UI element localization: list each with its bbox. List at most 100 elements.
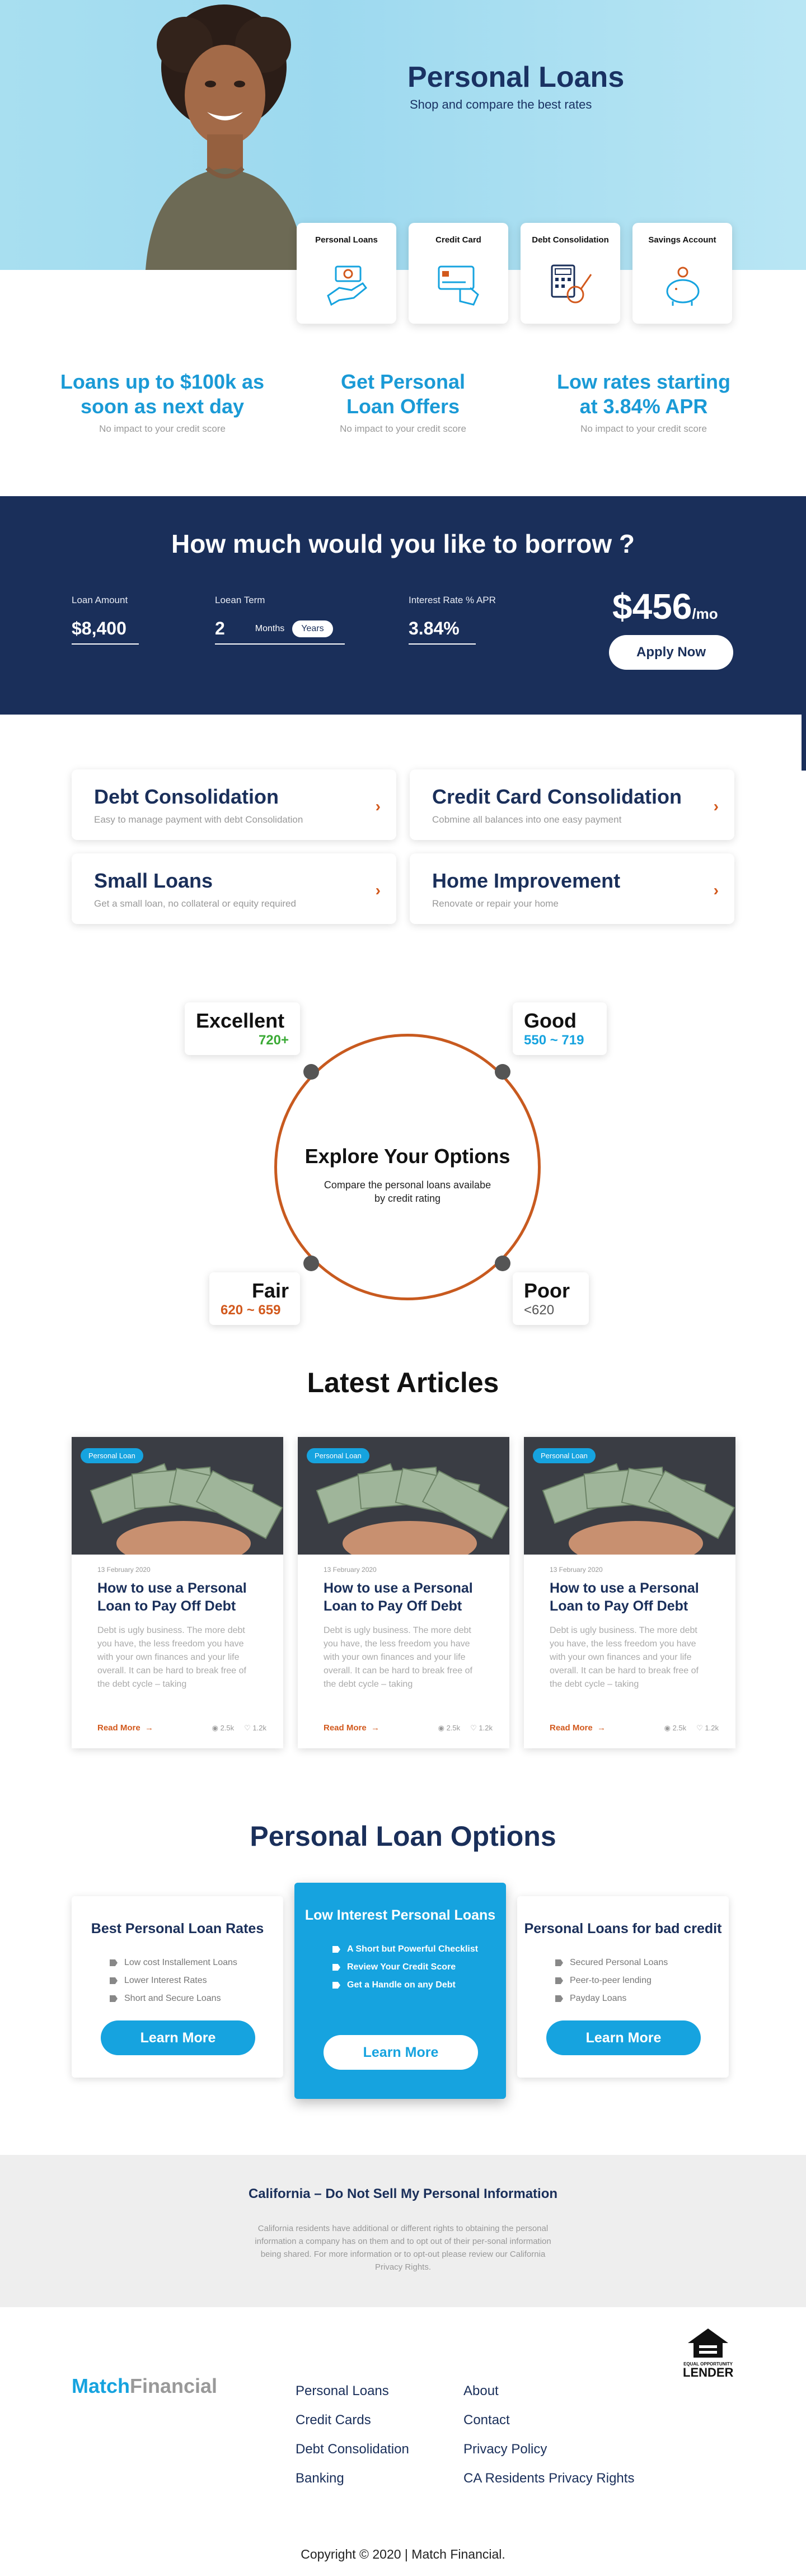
- learn-more-button[interactable]: Learn More: [101, 2020, 255, 2055]
- views-value: 2.5k: [446, 1723, 461, 1732]
- read-more-label: Read More: [324, 1723, 367, 1733]
- apply-now-button[interactable]: Apply Now: [609, 635, 733, 670]
- tag-bullet-icon: [110, 1959, 118, 1966]
- footer-link[interactable]: Privacy Policy: [463, 2435, 634, 2464]
- loan-type-debt-consolidation[interactable]: Debt Consolidation Easy to manage paymen…: [72, 769, 396, 840]
- loan-amount-label: Loan Amount: [72, 595, 128, 605]
- category-card-debt-consolidation[interactable]: Debt Consolidation: [521, 223, 620, 324]
- california-title[interactable]: California – Do Not Sell My Personal Inf…: [0, 2186, 806, 2202]
- option-title: Best Personal Loan Rates: [91, 1921, 264, 1936]
- learn-more-button[interactable]: Learn More: [324, 2035, 478, 2070]
- article-title[interactable]: How to use a Personal Loan to Pay Off De…: [97, 1579, 257, 1615]
- option-bullet-text: Low cost Installement Loans: [124, 1958, 237, 1967]
- read-more-label: Read More: [550, 1723, 593, 1733]
- loan-type-small-loans[interactable]: Small Loans Get a small loan, no collate…: [72, 853, 396, 924]
- likes-count[interactable]: ♡ 1.2k: [244, 1724, 266, 1733]
- read-more-label: Read More: [97, 1723, 140, 1733]
- article-card[interactable]: Personal Loan 13 February 2020 How to us…: [72, 1437, 283, 1748]
- views-value: 2.5k: [220, 1723, 235, 1732]
- hand-money-icon: [327, 265, 368, 306]
- option-title: Personal Loans for bad credit: [524, 1921, 722, 1936]
- house-icon: [688, 2328, 728, 2358]
- rating-card-excellent[interactable]: Excellent 720+: [185, 1002, 300, 1055]
- footer-link[interactable]: Banking: [296, 2464, 409, 2493]
- read-more-link[interactable]: Read More →: [550, 1723, 606, 1733]
- footer-link[interactable]: CA Residents Privacy Rights: [463, 2464, 634, 2493]
- arrow-right-icon: →: [368, 1723, 380, 1733]
- option-card-low-interest: Low Interest Personal Loans A Short but …: [294, 1883, 506, 2099]
- article-body: 13 February 2020 How to use a Personal L…: [524, 1555, 735, 1702]
- loan-term-label: Loean Term: [215, 595, 265, 605]
- learn-more-button[interactable]: Learn More: [546, 2020, 701, 2055]
- piggy-bank-icon: [666, 267, 700, 306]
- category-card-credit-card[interactable]: Credit Card: [409, 223, 508, 324]
- feature-title: Loans up to $100k as soon as next day: [60, 370, 265, 418]
- chevron-right-icon: ›: [375, 797, 381, 815]
- term-unit-years-toggle[interactable]: Years: [292, 620, 333, 637]
- loan-term-input[interactable]: 2 Months Years: [215, 618, 345, 645]
- loan-amount-input[interactable]: $8,400: [72, 618, 139, 645]
- rating-marker-dot: [495, 1256, 510, 1271]
- monthly-payment: $456/mo: [612, 586, 718, 627]
- footer-link[interactable]: About: [463, 2377, 634, 2406]
- footer-link[interactable]: Credit Cards: [296, 2406, 409, 2435]
- loan-type-home-improvement[interactable]: Home Improvement Renovate or repair your…: [410, 853, 734, 924]
- article-tag[interactable]: Personal Loan: [533, 1448, 596, 1463]
- page-title: Personal Loans: [407, 61, 625, 94]
- read-more-link[interactable]: Read More →: [324, 1723, 379, 1733]
- category-card-savings-account[interactable]: Savings Account: [632, 223, 732, 324]
- option-bullet-text: Peer-to-peer lending: [570, 1976, 652, 1985]
- footer-link[interactable]: Contact: [463, 2406, 634, 2435]
- feature-item: Get Personal Loan Offers No impact to yo…: [291, 370, 515, 435]
- rating-name: Fair: [251, 1279, 289, 1302]
- credit-card-hand-icon: [438, 265, 479, 306]
- option-card-best-rates: Best Personal Loan Rates Low cost Instal…: [72, 1896, 283, 2078]
- category-label: Credit Card: [435, 235, 481, 245]
- california-privacy-section: California – Do Not Sell My Personal Inf…: [0, 2155, 806, 2307]
- option-bullet-text: A Short but Powerful Checklist: [347, 1944, 479, 1954]
- rating-card-poor[interactable]: Poor <620: [513, 1272, 589, 1325]
- loan-type-credit-card-consolidation[interactable]: Credit Card Consolidation Cobmine all ba…: [410, 769, 734, 840]
- monthly-payment-value: $456: [612, 586, 692, 627]
- article-card[interactable]: Personal Loan 13 February 2020 How to us…: [298, 1437, 509, 1748]
- rating-card-good[interactable]: Good 550 ~ 719: [513, 1002, 607, 1055]
- arrow-right-icon: →: [142, 1723, 154, 1733]
- rating-name: Good: [524, 1009, 577, 1032]
- loan-options-list: Best Personal Loan Rates Low cost Instal…: [72, 1883, 729, 2112]
- article-excerpt: Debt is ugly business. The more debt you…: [324, 1626, 472, 1689]
- monthly-payment-unit: /mo: [692, 605, 718, 622]
- footer-logo[interactable]: MatchFinancial: [72, 2374, 217, 2398]
- loan-type-desc: Easy to manage payment with debt Consoli…: [94, 814, 303, 825]
- loan-amount-field: Loan Amount $8,400: [72, 595, 139, 645]
- option-bullet-text: Review Your Credit Score: [347, 1962, 456, 1972]
- rating-marker-dot: [303, 1256, 319, 1271]
- article-title[interactable]: How to use a Personal Loan to Pay Off De…: [550, 1579, 710, 1615]
- category-card-personal-loans[interactable]: Personal Loans: [297, 223, 396, 324]
- footer-link[interactable]: Personal Loans: [296, 2377, 409, 2406]
- likes-count[interactable]: ♡ 1.2k: [470, 1724, 493, 1733]
- option-bullet: Payday Loans: [555, 1990, 729, 2008]
- article-tag[interactable]: Personal Loan: [307, 1448, 369, 1463]
- loan-types-grid: Debt Consolidation Easy to manage paymen…: [72, 769, 734, 924]
- article-title[interactable]: How to use a Personal Loan to Pay Off De…: [324, 1579, 484, 1615]
- california-text: California residents have additional or …: [255, 2224, 551, 2272]
- likes-value: 1.2k: [252, 1723, 266, 1732]
- logo-financial: Financial: [130, 2374, 218, 2397]
- views-value: 2.5k: [672, 1723, 687, 1732]
- read-more-link[interactable]: Read More →: [97, 1723, 153, 1733]
- tag-bullet-icon: [555, 1959, 563, 1966]
- rating-marker-dot: [303, 1064, 319, 1080]
- article-body: 13 February 2020 How to use a Personal L…: [298, 1555, 509, 1702]
- interest-rate-input[interactable]: 3.84%: [409, 618, 476, 645]
- article-tag[interactable]: Personal Loan: [81, 1448, 143, 1463]
- article-card[interactable]: Personal Loan 13 February 2020 How to us…: [524, 1437, 735, 1748]
- rating-card-fair[interactable]: Fair 620 ~ 659: [209, 1272, 300, 1325]
- eye-icon: ◉: [438, 1723, 447, 1732]
- article-footer: Read More → ◉ 2.5k ♡ 1.2k: [97, 1723, 266, 1733]
- term-unit-months[interactable]: Months: [255, 624, 284, 634]
- likes-count[interactable]: ♡ 1.2k: [696, 1724, 719, 1733]
- option-bullet: Lower Interest Rates: [110, 1972, 283, 1990]
- footer-link[interactable]: Debt Consolidation: [296, 2435, 409, 2464]
- option-bullet: Low cost Installement Loans: [110, 1954, 283, 1972]
- explore-center-text: Explore Your Options Compare the persona…: [274, 1145, 541, 1205]
